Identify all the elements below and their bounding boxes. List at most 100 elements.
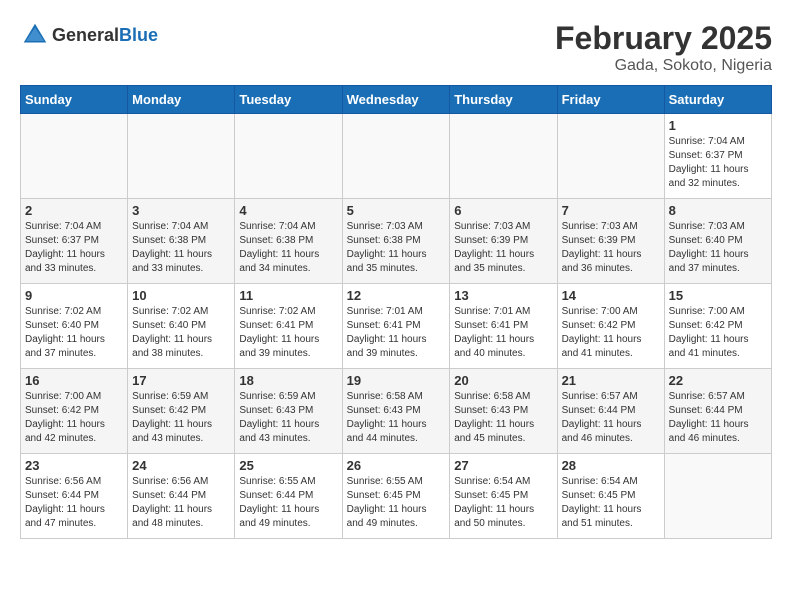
day-number: 14 [562, 288, 660, 303]
day-info: Sunrise: 7:00 AM Sunset: 6:42 PM Dayligh… [562, 305, 660, 361]
logo-icon [20, 20, 50, 50]
day-info: Sunrise: 6:54 AM Sunset: 6:45 PM Dayligh… [454, 475, 552, 531]
day-header-saturday: Saturday [664, 86, 771, 114]
calendar-subtitle: Gada, Sokoto, Nigeria [555, 57, 772, 75]
day-info: Sunrise: 7:02 AM Sunset: 6:40 PM Dayligh… [132, 305, 230, 361]
calendar-cell: 8 Sunrise: 7:03 AM Sunset: 6:40 PM Daylig… [664, 199, 771, 284]
day-info: Sunrise: 6:56 AM Sunset: 6:44 PM Dayligh… [132, 475, 230, 531]
calendar-body: 1 Sunrise: 7:04 AM Sunset: 6:37 PM Daylig… [21, 114, 772, 539]
calendar-cell: 13 Sunrise: 7:01 AM Sunset: 6:41 PM Dayli… [450, 284, 557, 369]
day-number: 7 [562, 203, 660, 218]
calendar-cell [557, 114, 664, 199]
calendar-cell: 3 Sunrise: 7:04 AM Sunset: 6:38 PM Daylig… [128, 199, 235, 284]
day-header-tuesday: Tuesday [235, 86, 342, 114]
calendar-week-3: 9 Sunrise: 7:02 AM Sunset: 6:40 PM Daylig… [21, 284, 772, 369]
calendar-cell: 9 Sunrise: 7:02 AM Sunset: 6:40 PM Daylig… [21, 284, 128, 369]
day-info: Sunrise: 6:59 AM Sunset: 6:43 PM Dayligh… [239, 390, 337, 446]
day-info: Sunrise: 7:04 AM Sunset: 6:38 PM Dayligh… [132, 220, 230, 276]
calendar-cell: 15Sunrise: 7:00 AM Sunset: 6:42 PM Dayli… [664, 284, 771, 369]
day-number: 16 [25, 373, 123, 388]
calendar-cell [450, 114, 557, 199]
day-info: Sunrise: 7:03 AM Sunset: 6:38 PM Dayligh… [347, 220, 446, 276]
day-number: 17 [132, 373, 230, 388]
calendar-cell: 4 Sunrise: 7:04 AM Sunset: 6:38 PM Daylig… [235, 199, 342, 284]
calendar-cell: 11 Sunrise: 7:02 AM Sunset: 6:41 PM Dayli… [235, 284, 342, 369]
day-header-friday: Friday [557, 86, 664, 114]
calendar-cell: 27Sunrise: 6:54 AM Sunset: 6:45 PM Dayli… [450, 454, 557, 539]
day-number: 12 [347, 288, 446, 303]
day-number: 22 [669, 373, 767, 388]
logo-text: GeneralBlue [52, 25, 158, 46]
calendar-cell: 10 Sunrise: 7:02 AM Sunset: 6:40 PM Dayli… [128, 284, 235, 369]
calendar-cell: 1Sunrise: 7:04 AM Sunset: 6:37 PM Daylig… [664, 114, 771, 199]
calendar-cell: 20 Sunrise: 6:58 AM Sunset: 6:43 PM Dayli… [450, 369, 557, 454]
calendar-header: SundayMondayTuesdayWednesdayThursdayFrid… [21, 86, 772, 114]
calendar-cell: 5 Sunrise: 7:03 AM Sunset: 6:38 PM Daylig… [342, 199, 450, 284]
calendar-cell: 19 Sunrise: 6:58 AM Sunset: 6:43 PM Dayli… [342, 369, 450, 454]
calendar-cell: 23 Sunrise: 6:56 AM Sunset: 6:44 PM Dayli… [21, 454, 128, 539]
calendar-cell [235, 114, 342, 199]
calendar-cell: 14 Sunrise: 7:00 AM Sunset: 6:42 PM Dayli… [557, 284, 664, 369]
page-header: GeneralBlue February 2025 Gada, Sokoto, … [20, 20, 772, 75]
day-info: Sunrise: 7:02 AM Sunset: 6:41 PM Dayligh… [239, 305, 337, 361]
calendar-cell: 28 Sunrise: 6:54 AM Sunset: 6:45 PM Dayli… [557, 454, 664, 539]
day-number: 20 [454, 373, 552, 388]
calendar-title: February 2025 [555, 20, 772, 57]
day-number: 28 [562, 458, 660, 473]
day-header-thursday: Thursday [450, 86, 557, 114]
day-number: 24 [132, 458, 230, 473]
calendar-week-4: 16 Sunrise: 7:00 AM Sunset: 6:42 PM Dayli… [21, 369, 772, 454]
day-info: Sunrise: 7:04 AM Sunset: 6:38 PM Dayligh… [239, 220, 337, 276]
calendar-cell [21, 114, 128, 199]
calendar-cell: 6Sunrise: 7:03 AM Sunset: 6:39 PM Daylig… [450, 199, 557, 284]
calendar-cell: 16 Sunrise: 7:00 AM Sunset: 6:42 PM Dayli… [21, 369, 128, 454]
day-header-wednesday: Wednesday [342, 86, 450, 114]
day-info: Sunrise: 6:57 AM Sunset: 6:44 PM Dayligh… [669, 390, 767, 446]
calendar-cell: 21 Sunrise: 6:57 AM Sunset: 6:44 PM Dayli… [557, 369, 664, 454]
day-info: Sunrise: 7:00 AM Sunset: 6:42 PM Dayligh… [669, 305, 767, 361]
day-info: Sunrise: 6:57 AM Sunset: 6:44 PM Dayligh… [562, 390, 660, 446]
day-info: Sunrise: 7:02 AM Sunset: 6:40 PM Dayligh… [25, 305, 123, 361]
day-number: 10 [132, 288, 230, 303]
day-number: 26 [347, 458, 446, 473]
calendar-week-2: 2Sunrise: 7:04 AM Sunset: 6:37 PM Daylig… [21, 199, 772, 284]
calendar-cell [342, 114, 450, 199]
day-number: 11 [239, 288, 337, 303]
day-number: 5 [347, 203, 446, 218]
day-info: Sunrise: 6:55 AM Sunset: 6:45 PM Dayligh… [347, 475, 446, 531]
day-number: 1 [669, 118, 767, 133]
day-number: 13 [454, 288, 552, 303]
day-info: Sunrise: 7:04 AM Sunset: 6:37 PM Dayligh… [25, 220, 123, 276]
calendar-week-1: 1Sunrise: 7:04 AM Sunset: 6:37 PM Daylig… [21, 114, 772, 199]
day-header-sunday: Sunday [21, 86, 128, 114]
day-number: 3 [132, 203, 230, 218]
calendar-cell: 18 Sunrise: 6:59 AM Sunset: 6:43 PM Dayli… [235, 369, 342, 454]
day-info: Sunrise: 7:01 AM Sunset: 6:41 PM Dayligh… [347, 305, 446, 361]
calendar-cell: 24 Sunrise: 6:56 AM Sunset: 6:44 PM Dayli… [128, 454, 235, 539]
day-info: Sunrise: 6:58 AM Sunset: 6:43 PM Dayligh… [454, 390, 552, 446]
calendar-cell: 26 Sunrise: 6:55 AM Sunset: 6:45 PM Dayli… [342, 454, 450, 539]
calendar-week-5: 23 Sunrise: 6:56 AM Sunset: 6:44 PM Dayli… [21, 454, 772, 539]
day-number: 21 [562, 373, 660, 388]
day-info: Sunrise: 7:00 AM Sunset: 6:42 PM Dayligh… [25, 390, 123, 446]
day-info: Sunrise: 6:54 AM Sunset: 6:45 PM Dayligh… [562, 475, 660, 531]
calendar-cell: 22 Sunrise: 6:57 AM Sunset: 6:44 PM Dayli… [664, 369, 771, 454]
day-number: 4 [239, 203, 337, 218]
calendar-cell [128, 114, 235, 199]
day-info: Sunrise: 6:58 AM Sunset: 6:43 PM Dayligh… [347, 390, 446, 446]
day-info: Sunrise: 7:03 AM Sunset: 6:40 PM Dayligh… [669, 220, 767, 276]
day-number: 8 [669, 203, 767, 218]
day-number: 9 [25, 288, 123, 303]
day-info: Sunrise: 7:01 AM Sunset: 6:41 PM Dayligh… [454, 305, 552, 361]
logo-blue: Blue [119, 25, 158, 45]
day-info: Sunrise: 6:59 AM Sunset: 6:42 PM Dayligh… [132, 390, 230, 446]
calendar-cell: 12 Sunrise: 7:01 AM Sunset: 6:41 PM Dayli… [342, 284, 450, 369]
day-info: Sunrise: 6:56 AM Sunset: 6:44 PM Dayligh… [25, 475, 123, 531]
day-header-row: SundayMondayTuesdayWednesdayThursdayFrid… [21, 86, 772, 114]
calendar-cell: 17 Sunrise: 6:59 AM Sunset: 6:42 PM Dayli… [128, 369, 235, 454]
day-number: 19 [347, 373, 446, 388]
day-number: 23 [25, 458, 123, 473]
day-number: 25 [239, 458, 337, 473]
day-info: Sunrise: 7:03 AM Sunset: 6:39 PM Dayligh… [562, 220, 660, 276]
day-number: 18 [239, 373, 337, 388]
